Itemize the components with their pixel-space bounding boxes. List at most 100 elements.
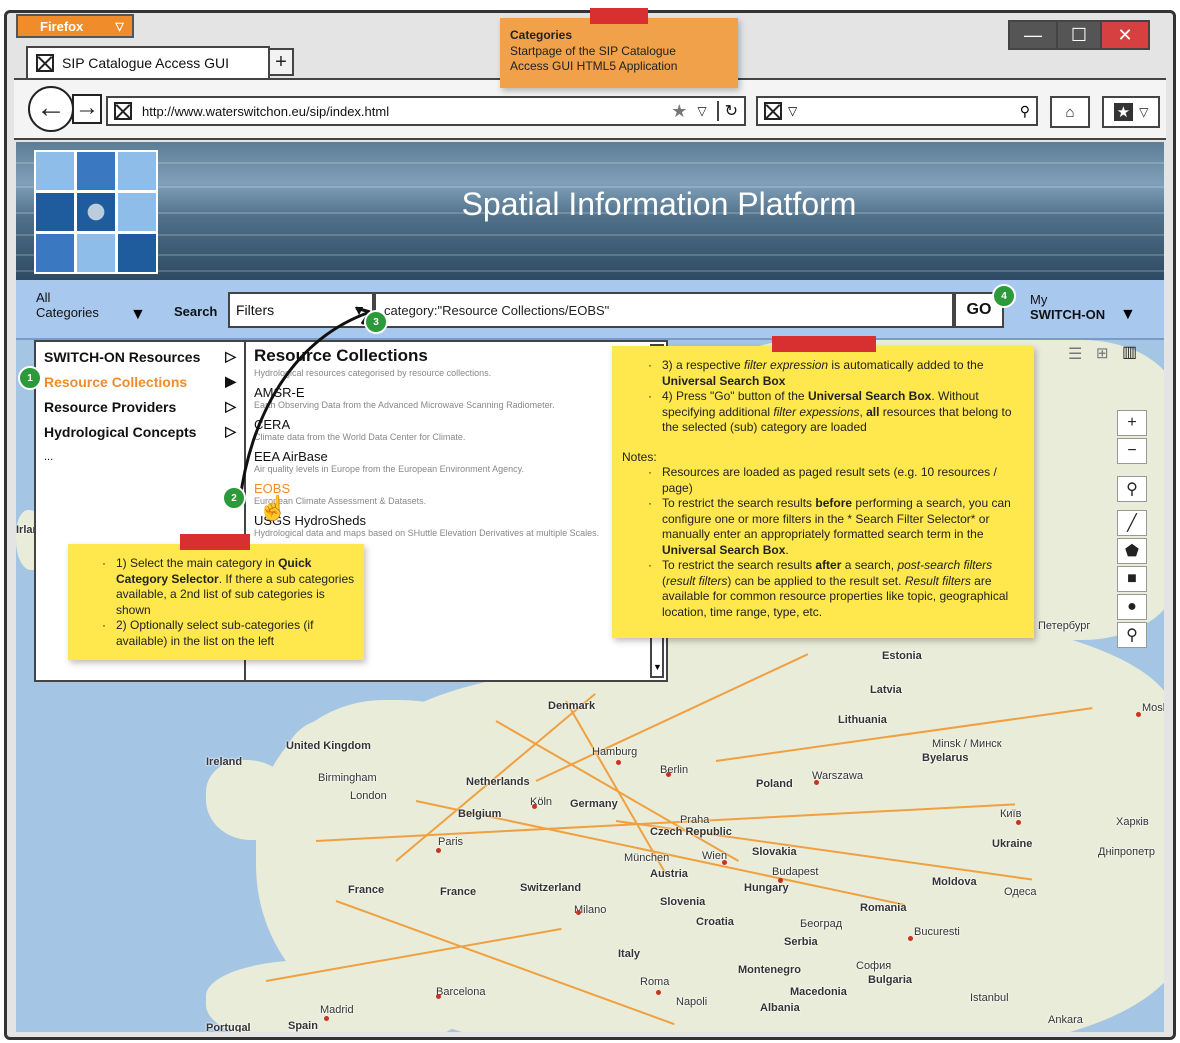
map-label: Denmark [548,700,596,712]
note-text: after [815,558,842,572]
map-label: Ankara [1048,1014,1083,1026]
tab-title: SIP Catalogue Access GUI [62,55,230,71]
all-label: All [36,290,51,305]
bookmarks-button[interactable]: ★ ▽ [1102,96,1160,128]
chevron-down-icon[interactable]: ▽ [697,104,706,118]
category-label: Resource Providers [44,398,177,415]
page-title: Spatial Information Platform [461,186,857,222]
notes-label: Notes: [622,449,657,464]
map-label: Ireland [206,756,243,768]
note-step-1: 1) Select the main category in Quick Cat… [76,556,356,618]
note-text: Result filters [904,573,971,588]
step-badge-2: 2 [222,486,246,510]
note-text: post-search filters [897,558,993,572]
caret-down-icon: ▼ [1120,306,1136,323]
note-step-2: 2) Optionally select sub-categories (if … [76,618,356,649]
draw-polygon-icon[interactable]: ⬟ [1117,538,1147,564]
map-label: Bucuresti [914,926,960,938]
home-button[interactable]: ⌂ [1050,96,1090,128]
note-text: ) can be applied to the result set. [727,573,905,588]
map-label: France [440,886,477,898]
back-button[interactable]: ← [28,86,74,132]
note-title: Categories [510,28,573,42]
note-step-3: 3) a respective filter expression is aut… [622,358,1024,389]
firefox-menu-button[interactable]: Firefox ▽ [16,14,134,38]
note-search-steps: 3) a respective filter expression is aut… [612,346,1034,638]
maximize-button[interactable]: ☐ [1056,20,1102,50]
universal-search-box[interactable]: category:"Resource Collections/EOBS" [374,292,954,328]
plus-icon: + [275,50,287,73]
category-item-hydrological-concepts[interactable]: Hydrological Concepts ▷ [44,419,236,444]
note-text: is automatically added to the [828,358,984,372]
zoom-in-button[interactable]: + [1117,410,1147,436]
map-label: Austria [650,868,688,880]
subcategory-name: USGS HydroSheds [254,513,366,528]
place-marker-icon[interactable]: ⚲ [1117,622,1147,648]
site-icon [114,102,132,120]
zoom-out-button[interactable]: − [1117,438,1147,464]
browser-tab[interactable]: SIP Catalogue Access GUI [26,46,270,78]
minimize-button[interactable]: — [1008,20,1058,50]
map-label: Napoli [676,996,708,1008]
note-text: Universal Search Box [662,542,786,557]
my-switch-on-menu[interactable]: My SWITCH-ON ▼ [1030,292,1140,328]
close-button[interactable]: ✕ [1100,20,1150,50]
map-label: Mosk [1142,702,1164,714]
note-text: Startpage of the SIP Catalogue [510,43,676,58]
map-label: Byelarus [922,752,969,764]
reload-icon[interactable]: ↻ [716,101,738,121]
map-label: Warszawa [812,770,863,782]
search-icon[interactable]: ⚲ [1117,476,1147,502]
map-label: München [624,852,670,864]
bookmark-star-icon[interactable]: ★ [671,101,687,122]
forward-button[interactable]: → [72,94,102,124]
url-text: http://www.waterswitchon.eu/sip/index.ht… [142,103,390,119]
url-bar[interactable]: http://www.waterswitchon.eu/sip/index.ht… [106,96,746,126]
note-text: Universal Search Box [662,373,786,388]
all-categories-dropdown[interactable]: All Categories ▼ [36,290,148,326]
map-label: Харків [1116,816,1149,828]
map-label: Berlin [660,764,689,776]
map-label: Birmingham [318,772,377,784]
note-text: filter expessions [773,404,860,419]
map-label: Spain [288,1020,318,1032]
map-label: Estonia [882,650,922,662]
search-icon[interactable]: ⚲ [1020,103,1030,120]
draw-line-icon[interactable]: ╱ [1117,510,1147,536]
note-text: result filters [666,573,728,588]
category-item-more[interactable]: ... [44,444,236,469]
map-label: Poland [756,778,793,790]
list-view-icon[interactable]: ☰ [1068,344,1082,364]
draw-rectangle-icon[interactable]: ■ [1117,566,1147,592]
map-label: Београд [800,918,843,930]
map-label: Madrid [320,1004,354,1016]
map-label: Одеса [1004,886,1037,898]
note-text: 1) Select the main category in [116,556,279,570]
chevron-down-icon[interactable]: ▽ [788,104,797,118]
category-label: SWITCH-ON Resources [44,348,201,365]
caret-down-icon: ▼ [130,306,146,323]
note-item: To restrict the search results before pe… [622,496,1024,558]
map-label: Portugal [206,1022,251,1032]
step-badge-1: 1 [18,366,42,390]
chevron-down-icon: ▽ [115,20,124,33]
map-label: Дніпропетр [1098,846,1156,858]
subcategory-item-usgs-hydrosheds[interactable]: USGS HydroSheds Hydrological data and ma… [254,513,658,539]
category-item-resource-collections[interactable]: Resource Collections ▶ [44,369,236,394]
grid-view-icon[interactable]: ⊞ [1096,344,1109,362]
map-label: Belgium [458,808,502,820]
category-item-resource-providers[interactable]: Resource Providers ▷ [44,394,236,419]
category-item-switch-on-resources[interactable]: SWITCH-ON Resources ▷ [44,344,236,369]
draw-circle-icon[interactable]: ● [1117,594,1147,620]
map-tools: + − ⚲ ╱ ⬟ ■ ● ⚲ [1117,410,1147,650]
tape-decoration [772,336,876,352]
firefox-label: Firefox [40,18,84,34]
map-label: United Kingdom [286,740,371,752]
map-label: Czech Republic [650,826,732,838]
browser-search-bar[interactable]: ▽ ⚲ [756,96,1038,126]
tape-decoration [180,534,250,550]
step-badge-3: 3 [364,310,388,334]
new-tab-button[interactable]: + [268,48,294,76]
map-view-icon[interactable]: ▥ [1122,342,1137,362]
scroll-down-icon[interactable]: ▼ [653,662,662,672]
